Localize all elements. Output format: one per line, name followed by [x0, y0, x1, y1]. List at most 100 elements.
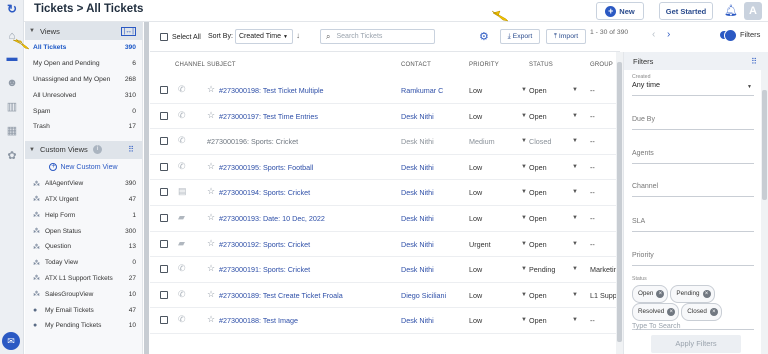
row-checkbox[interactable] — [160, 214, 168, 222]
table-row[interactable]: ▰ ☆ #273000193: Date: 10 Dec, 2022 Desk Nit… — [150, 206, 618, 232]
status-tag[interactable]: Closed × — [681, 303, 722, 321]
sidebar-custom-view-item[interactable]: ● My Pending Tickets 10 — [25, 318, 142, 334]
new-custom-view-link[interactable]: + New Custom View — [25, 159, 142, 176]
sidebar-view-item[interactable]: Unassigned and My Open 268 — [25, 72, 142, 88]
sidebar-custom-view-item[interactable]: ⁂ ATX Urgent 47 — [25, 192, 142, 208]
import-button[interactable]: ⤒ Import — [546, 29, 586, 44]
table-scrollbar[interactable] — [616, 52, 623, 354]
ticket-status[interactable]: Closed — [529, 137, 551, 146]
caret-down-icon[interactable]: ▼ — [572, 164, 578, 170]
ticket-status[interactable]: Pending — [529, 265, 555, 274]
caret-down-icon[interactable]: ▼ — [572, 113, 578, 119]
ticket-priority[interactable]: Low — [469, 163, 482, 172]
table-row[interactable]: ✆ ☆ #273000188: Test Image Desk Nithi Low ▼ Op… — [150, 308, 618, 334]
ticket-contact[interactable]: Ramkumar C — [401, 86, 443, 95]
ticket-priority[interactable]: Low — [469, 112, 482, 121]
expand-icon[interactable]: |↔| — [121, 26, 136, 36]
ticket-subject[interactable]: #273000189: Test Create Ticket Froala — [219, 291, 343, 300]
grid-icon[interactable]: ⠿ — [751, 57, 757, 66]
filters-toggle[interactable] — [720, 29, 737, 42]
caret-down-icon[interactable]: ▼ — [521, 317, 527, 323]
ticket-contact[interactable]: Desk Nithi — [401, 137, 434, 146]
ticket-subject[interactable]: #273000195: Sports: Football — [219, 163, 313, 172]
select-all-checkbox[interactable] — [160, 33, 168, 41]
caret-down-icon[interactable]: ▼ — [572, 241, 578, 247]
star-icon[interactable]: ☆ — [207, 238, 215, 249]
chevron-left-icon[interactable]: ‹ — [652, 29, 655, 40]
ticket-contact[interactable]: Diego Siciliani — [401, 291, 446, 300]
star-icon[interactable]: ☆ — [207, 263, 215, 274]
caret-down-icon[interactable]: ▼ — [572, 266, 578, 272]
star-icon[interactable]: ☆ — [207, 314, 215, 325]
row-checkbox[interactable] — [160, 137, 168, 146]
ticket-priority[interactable]: Medium — [469, 137, 495, 146]
table-row[interactable]: ✆ ☆ #273000198: Test Ticket Multiple Ramkum… — [150, 78, 618, 104]
info-icon[interactable]: i — [92, 145, 102, 155]
agents-filter[interactable]: Agents — [632, 150, 754, 164]
caret-down-icon[interactable]: ▼ — [572, 317, 578, 323]
caret-down-icon[interactable]: ▼ — [572, 138, 578, 144]
sidebar-custom-view-item[interactable]: ⁂ SalesGroupView 10 — [25, 286, 142, 302]
due-by-filter[interactable]: Due By — [632, 116, 754, 130]
ticket-contact[interactable]: Desk Nithi — [401, 316, 434, 325]
ticket-subject[interactable]: #273000198: Test Ticket Multiple — [219, 86, 324, 95]
ticket-contact[interactable]: Desk Nithi — [401, 240, 434, 249]
caret-down-icon[interactable]: ▼ — [572, 215, 578, 221]
reports-icon[interactable]: ▦ — [5, 125, 19, 137]
sort-by-select[interactable]: Created Time ▼ — [235, 29, 293, 44]
ticket-contact[interactable]: Desk Nithi — [401, 214, 434, 223]
ticket-subject[interactable]: #273000192: Sports: Cricket — [219, 240, 310, 249]
star-icon[interactable]: ☆ — [207, 161, 215, 172]
filters-scrollbar[interactable] — [761, 70, 768, 354]
ticket-priority[interactable]: Low — [469, 214, 482, 223]
star-icon[interactable]: ☆ — [207, 289, 215, 300]
sidebar-view-item[interactable]: My Open and Pending 6 — [25, 56, 142, 72]
chevron-right-icon[interactable]: › — [667, 29, 670, 40]
table-row[interactable]: ✆ ☆ #273000189: Test Create Ticket Froala D… — [150, 283, 618, 309]
sidebar-custom-view-item[interactable]: ⁂ Today View 0 — [25, 255, 142, 271]
ticket-status[interactable]: Open — [529, 163, 547, 172]
sort-direction-icon[interactable]: ↓ — [296, 31, 300, 40]
sidebar-custom-view-item[interactable]: ⁂ Help Form 1 — [25, 207, 142, 223]
export-button[interactable]: ⤓ Export — [500, 29, 540, 44]
app-logo-icon[interactable]: ↻ — [5, 3, 19, 15]
star-icon[interactable]: ☆ — [207, 186, 215, 197]
ticket-subject[interactable]: #273000196: Sports: Cricket — [207, 137, 298, 146]
gear-icon[interactable]: ⚙ — [479, 30, 489, 43]
table-row[interactable]: ▰ ☆ #273000192: Sports: Cricket Desk Nithi U… — [150, 232, 618, 258]
ticket-status[interactable]: Open — [529, 214, 547, 223]
ticket-contact[interactable]: Desk Nithi — [401, 188, 434, 197]
ticket-subject[interactable]: #273000197: Test Time Entries — [219, 112, 318, 121]
select-all-control[interactable]: Select All — [160, 33, 201, 41]
sidebar-custom-view-item[interactable]: ⁂ AllAgentView 390 — [25, 176, 142, 192]
sidebar-custom-view-item[interactable]: ⁂ Question 13 — [25, 239, 142, 255]
apply-filters-button[interactable]: Apply Filters — [651, 335, 741, 353]
ticket-status[interactable]: Open — [529, 112, 547, 121]
ticket-contact[interactable]: Desk Nithi — [401, 112, 434, 121]
table-row[interactable]: ✆ ☆ #273000195: Sports: Football Desk Nithi… — [150, 155, 618, 181]
row-checkbox[interactable] — [160, 316, 168, 325]
star-icon[interactable]: ☆ — [207, 84, 215, 95]
star-icon[interactable]: ☆ — [207, 110, 215, 121]
caret-down-icon[interactable]: ▼ — [521, 266, 527, 272]
sidebar-custom-view-item[interactable]: ⁂ ATX L1 Support Tickets 27 — [25, 271, 142, 287]
caret-down-icon[interactable]: ▼ — [521, 241, 527, 247]
contacts-icon[interactable]: ☻ — [5, 77, 19, 89]
caret-down-icon[interactable]: ▼ — [572, 292, 578, 298]
sidebar-custom-view-item[interactable]: ⁂ Open Status 300 — [25, 223, 142, 239]
ticket-status[interactable]: Open — [529, 86, 547, 95]
search-input[interactable]: ⌕ Search Tickets — [320, 29, 435, 44]
row-checkbox[interactable] — [160, 86, 168, 94]
priority-filter[interactable]: Priority — [632, 252, 754, 266]
created-filter[interactable]: Created Any time ▼ — [632, 74, 754, 96]
status-tag[interactable]: Pending × — [670, 285, 715, 303]
caret-down-icon[interactable]: ▼ — [521, 87, 527, 93]
sla-filter[interactable]: SLA — [632, 218, 754, 232]
row-checkbox[interactable] — [160, 111, 168, 120]
caret-down-icon[interactable]: ▼ — [521, 138, 527, 144]
status-tag[interactable]: Open × — [632, 285, 669, 303]
ticket-subject[interactable]: #273000193: Date: 10 Dec, 2022 — [219, 214, 325, 223]
tickets-icon[interactable]: ▬ — [5, 52, 19, 64]
chat-icon[interactable]: ✉ — [2, 332, 20, 350]
ticket-priority[interactable]: Low — [469, 265, 482, 274]
